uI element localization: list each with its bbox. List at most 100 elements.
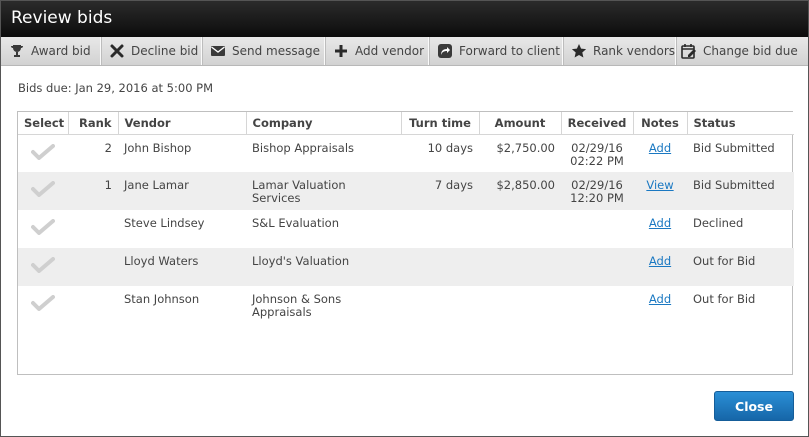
rank-cell [68, 286, 118, 324]
send-message-button[interactable]: Send message [202, 37, 325, 65]
column-header-amount[interactable]: Amount [479, 112, 562, 135]
trophy-icon [11, 45, 23, 57]
status-cell: Out for Bid [687, 248, 794, 286]
company-cell: S&L Evaluation [252, 216, 340, 230]
company-cell: Bishop Appraisals [252, 140, 355, 155]
checkmark-icon[interactable] [31, 257, 55, 273]
amount-cell [479, 286, 561, 324]
table-row[interactable]: Steve Lindsey S&L Evaluation Add Decline… [18, 210, 794, 248]
column-header-vendor[interactable]: Vendor [118, 112, 247, 135]
company-line-2: Appraisals [252, 305, 312, 319]
change-bid-due-button[interactable]: Change bid due [676, 37, 808, 65]
dialog-title: Review bids [11, 8, 113, 28]
checkmark-icon[interactable] [31, 295, 55, 311]
turn-time-cell [401, 286, 479, 324]
rank-cell [68, 248, 118, 286]
envelope-icon [211, 46, 225, 56]
rank-cell: 1 [68, 172, 118, 210]
status-cell: Bid Submitted [687, 172, 794, 210]
bids-table: Select Rank Vendor Company Turn time Amo… [18, 112, 794, 324]
select-cell[interactable] [18, 172, 68, 210]
review-bids-dialog: Review bids Award bid Decline bid Send m… [0, 0, 809, 437]
notes-add-link[interactable]: Add [649, 254, 671, 268]
status-cell: Declined [693, 216, 744, 230]
checkmark-icon[interactable] [31, 181, 55, 197]
amount-cell: $2,850.00 [479, 172, 561, 210]
forward-arrow-icon [438, 44, 452, 58]
notes-cell: View [633, 172, 687, 210]
notes-cell: Add [633, 210, 687, 248]
decline-bid-button[interactable]: Decline bid [101, 37, 202, 65]
vendor-cell: Stan Johnson [124, 292, 200, 306]
calendar-edit-icon [681, 44, 696, 59]
status-cell: Bid Submitted [693, 140, 775, 155]
rank-cell: 2 [104, 140, 112, 155]
change-bid-due-label: Change bid due [703, 44, 798, 58]
received-time: 12:20 PM [570, 191, 624, 205]
company-cell: Lamar Valuation Services [246, 172, 401, 210]
table-row[interactable]: 1 Jane Lamar Lamar Valuation Services 7 … [18, 172, 794, 210]
received-cell [561, 286, 633, 324]
turn-time-cell: 7 days [401, 172, 479, 210]
amount-cell [479, 248, 561, 286]
award-bid-button[interactable]: Award bid [1, 37, 101, 65]
notes-add-link[interactable]: Add [649, 292, 671, 306]
vendor-cell: Jane Lamar [118, 172, 246, 210]
table-row[interactable]: 2 John Bishop Bishop Appraisals 10 days … [18, 134, 794, 172]
decline-bid-label: Decline bid [131, 44, 199, 58]
forward-to-client-button[interactable]: Forward to client [429, 37, 563, 65]
notes-cell: Add [633, 134, 687, 172]
column-header-company[interactable]: Company [246, 112, 402, 135]
notes-cell: Add [633, 286, 687, 324]
select-cell[interactable] [18, 248, 68, 286]
amount-cell: $2,750.00 [496, 140, 555, 155]
column-header-rank[interactable]: Rank [68, 112, 119, 135]
received-cell [561, 248, 633, 286]
send-message-label: Send message [232, 44, 320, 58]
select-cell[interactable] [18, 286, 68, 324]
checkmark-icon[interactable] [31, 219, 55, 235]
column-header-turn-time[interactable]: Turn time [401, 112, 480, 135]
plus-icon [335, 45, 347, 57]
vendor-cell: John Bishop [124, 140, 192, 155]
select-cell[interactable] [18, 134, 68, 172]
column-header-status[interactable]: Status [687, 112, 794, 135]
company-cell: Johnson & Sons Appraisals [246, 286, 401, 324]
add-vendor-label: Add vendor [355, 44, 425, 58]
close-button[interactable]: Close [714, 391, 794, 421]
turn-time-cell [401, 248, 479, 286]
table-row[interactable]: Lloyd Waters Lloyd's Valuation Add Out f… [18, 248, 794, 286]
toolbar: Award bid Decline bid Send message Add v… [1, 37, 808, 66]
rank-cell [68, 210, 118, 248]
turn-time-cell [401, 210, 479, 248]
received-cell [561, 210, 633, 248]
column-header-notes[interactable]: Notes [633, 112, 688, 135]
star-icon [571, 44, 587, 58]
add-vendor-button[interactable]: Add vendor [325, 37, 429, 65]
notes-add-link[interactable]: Add [649, 141, 671, 155]
x-icon [110, 44, 124, 58]
company-cell: Lloyd's Valuation [246, 248, 401, 286]
notes-view-link[interactable]: View [646, 178, 673, 192]
received-time: 02:22 PM [570, 153, 624, 168]
table-header-row: Select Rank Vendor Company Turn time Amo… [18, 112, 794, 135]
forward-to-client-label: Forward to client [459, 44, 560, 58]
bids-due-text: Bids due: Jan 29, 2016 at 5:00 PM [18, 81, 214, 95]
table-row[interactable]: Stan Johnson Johnson & Sons Appraisals Ad… [18, 286, 794, 324]
notes-add-link[interactable]: Add [649, 216, 671, 230]
bids-table-container: Select Rank Vendor Company Turn time Amo… [17, 111, 794, 375]
rank-vendors-button[interactable]: Rank vendors [563, 37, 676, 65]
received-date: 02/29/16 [571, 140, 623, 155]
column-header-select[interactable]: Select [18, 112, 69, 135]
checkmark-icon[interactable] [31, 143, 55, 160]
received-cell: 02/29/16 12:20 PM [561, 172, 633, 210]
rank-vendors-label: Rank vendors [593, 44, 676, 58]
turn-time-cell: 10 days [427, 140, 473, 155]
award-bid-label: Award bid [31, 44, 91, 58]
received-cell: 02/29/16 02:22 PM [561, 134, 633, 172]
amount-cell [479, 210, 561, 248]
column-header-received[interactable]: Received [561, 112, 634, 135]
notes-cell: Add [633, 248, 687, 286]
select-cell[interactable] [18, 210, 68, 248]
vendor-cell: Lloyd Waters [118, 248, 246, 286]
